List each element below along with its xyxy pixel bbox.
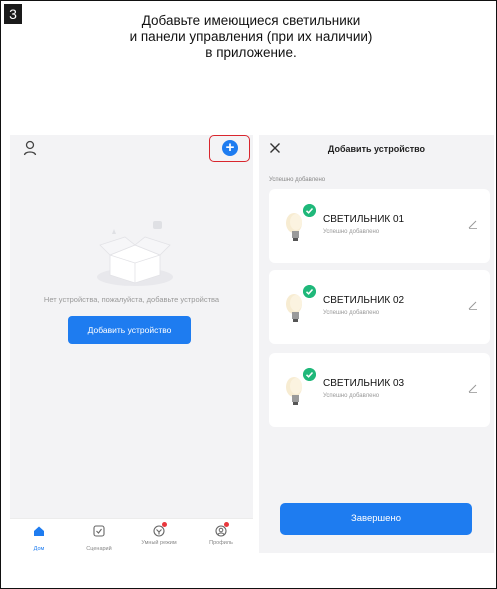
instruction-frame: 3 Добавьте имеющиеся светильники и панел… [0, 0, 497, 589]
home-top-bar: + [10, 135, 253, 163]
tab-label: Умный режим [141, 540, 177, 546]
instruction-line-2: и панели управления (при их наличии) [129, 29, 373, 44]
step-number: 3 [4, 4, 22, 24]
home-icon [34, 526, 44, 536]
bottom-tab-bar: Дом Сценарий Умный режим Профиль [10, 518, 253, 553]
device-status: Успешно добавлено [323, 229, 380, 235]
scenario-icon [93, 525, 105, 537]
tab-profile[interactable]: Профиль [196, 522, 246, 546]
device-card[interactable]: СВЕТИЛЬНИК 02 Успешно добавлено [269, 270, 490, 344]
success-check-icon [303, 204, 316, 217]
success-check-icon [303, 285, 316, 298]
device-name: СВЕТИЛЬНИК 01 [323, 214, 405, 225]
instruction-line-1: Добавьте имеющиеся светильники [141, 13, 361, 28]
device-name: СВЕТИЛЬНИК 02 [323, 295, 405, 306]
user-icon[interactable] [23, 140, 37, 156]
tab-label: Сценарий [86, 546, 112, 552]
device-card[interactable]: СВЕТИЛЬНИК 01 Успешно добавлено [269, 189, 490, 263]
device-name: СВЕТИЛЬНИК 03 [323, 378, 405, 389]
add-highlight-frame: + [209, 135, 250, 162]
instruction-text: Добавьте имеющиеся светильники и панели … [61, 13, 441, 61]
page-title: Добавить устройство [327, 144, 426, 154]
tab-home[interactable]: Дом [14, 524, 64, 552]
tab-label: Профиль [209, 540, 233, 546]
add-device-screen: Добавить устройство Успешно добавлено СВ… [259, 135, 494, 553]
edit-icon[interactable] [468, 383, 478, 393]
tab-smart-mode[interactable]: Умный режим [134, 522, 184, 546]
instruction-line-3: в приложение. [205, 45, 297, 60]
success-check-icon [303, 368, 316, 381]
add-device-button[interactable]: Добавить устройство [68, 316, 191, 344]
notification-dot [162, 522, 167, 527]
add-device-header: Добавить устройство [259, 135, 494, 165]
light-bulb-icon [286, 213, 302, 241]
add-device-plus-button[interactable]: + [222, 140, 238, 156]
device-status: Успешно добавлено [323, 310, 380, 316]
tab-scenario[interactable]: Сценарий [74, 524, 124, 552]
home-screen: + Нет устройства, пожалуйста, добавьте у… [10, 135, 253, 553]
empty-state-text: Нет устройства, пожалуйста, добавьте уст… [43, 295, 220, 304]
device-status: Успешно добавлено [323, 393, 380, 399]
light-bulb-icon [286, 294, 302, 322]
edit-icon[interactable] [468, 300, 478, 310]
edit-icon[interactable] [468, 219, 478, 229]
light-bulb-icon [286, 377, 302, 405]
device-card[interactable]: СВЕТИЛЬНИК 03 Успешно добавлено [269, 353, 490, 427]
empty-box-icon [97, 221, 173, 286]
notification-dot [224, 522, 229, 527]
section-subtitle: Успешно добавлено [269, 177, 326, 183]
plus-icon: + [225, 139, 235, 156]
tab-label: Дом [33, 546, 45, 552]
done-button[interactable]: Завершено [280, 503, 472, 535]
